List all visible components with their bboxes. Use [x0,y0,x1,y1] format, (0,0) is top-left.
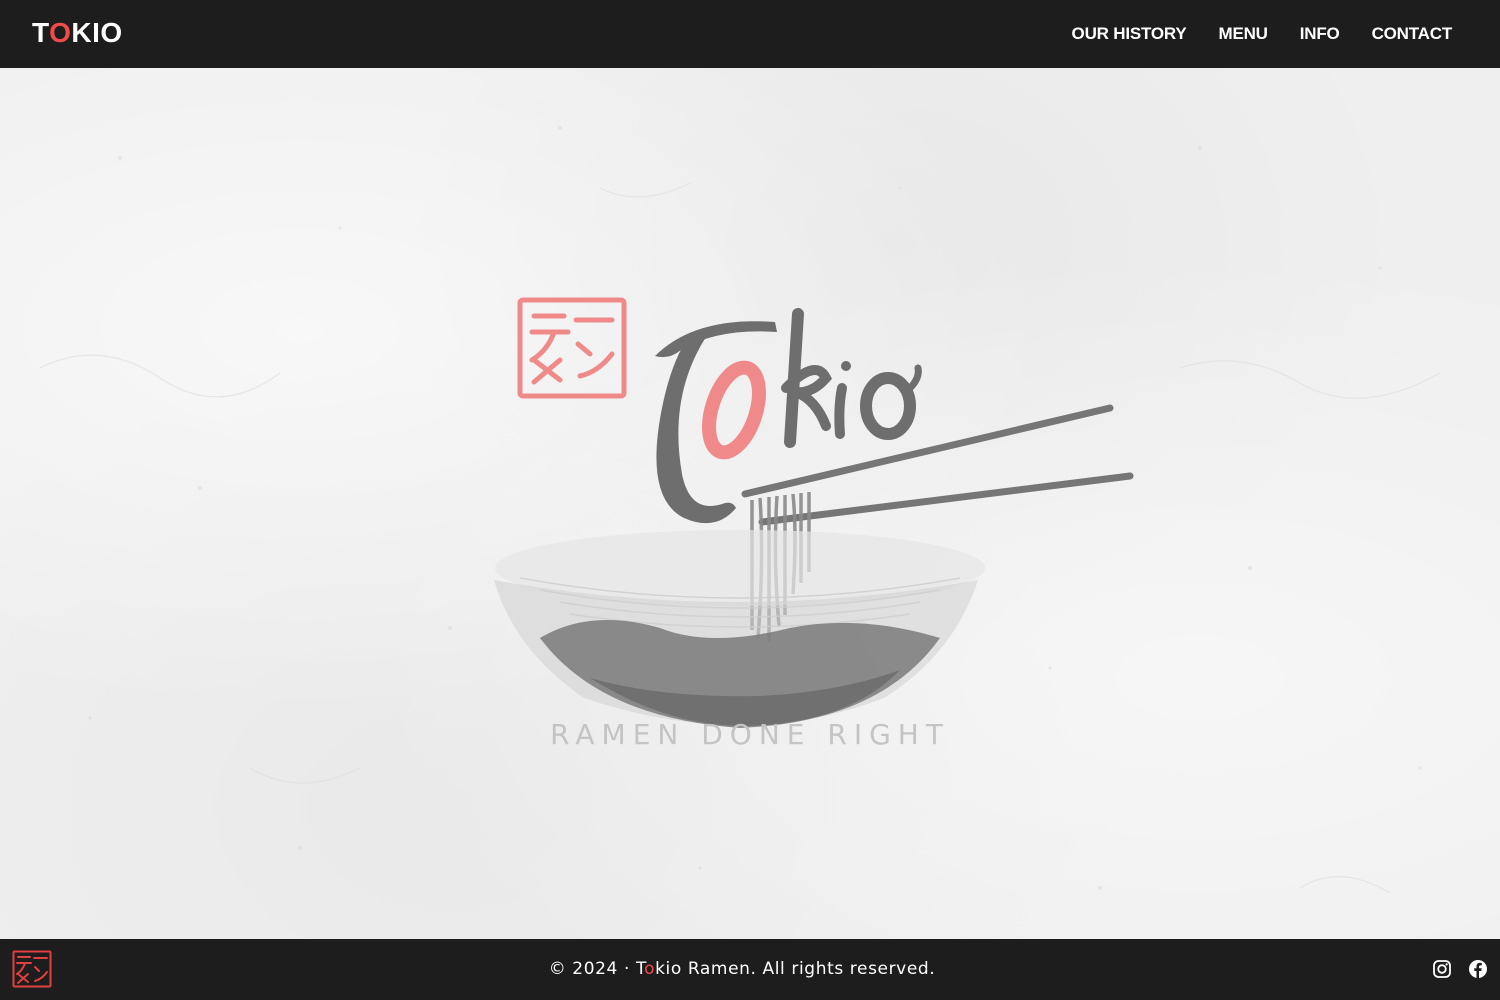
hero-tagline: RAMEN DONE RIGHT [550,718,950,751]
hero-section: RAMEN DONE RIGHT [0,68,1500,939]
brand-letter-o: O [49,17,72,48]
social-links [1432,959,1488,979]
instagram-icon [1433,960,1451,978]
copyright-accent: o [644,959,656,979]
ramen-bowl-icon [494,530,985,728]
nav-our-history[interactable]: OUR HISTORY [1072,24,1187,44]
site-footer: © 2024 · Tokio Ramen. All rights reserve… [0,939,1500,1000]
tokio-ramen-logo [494,297,1134,728]
brand-letter-t: T [32,17,50,48]
site-header: TOKIO OUR HISTORY MENU INFO CONTACT [0,0,1500,68]
calligraphy-o-accent [702,360,766,460]
nav-contact[interactable]: CONTACT [1372,24,1453,44]
copyright-suffix: kio Ramen. All rights reserved. [655,959,936,979]
nav-menu[interactable]: MENU [1218,24,1267,44]
brand-letters-kio: KIO [71,17,123,48]
brand-logo[interactable]: TOKIO [32,16,123,50]
nav-info[interactable]: INFO [1300,24,1340,44]
instagram-link[interactable] [1432,959,1452,979]
calligraphy-kio [781,308,922,448]
main-nav: OUR HISTORY MENU INFO CONTACT [1072,0,1453,68]
ramen-stamp-icon [517,297,627,399]
facebook-icon [1469,960,1487,978]
copyright-prefix: © 2024 · T [548,959,645,979]
copyright-text: © 2024 · Tokio Ramen. All rights reserve… [0,939,1484,1000]
facebook-link[interactable] [1468,959,1488,979]
